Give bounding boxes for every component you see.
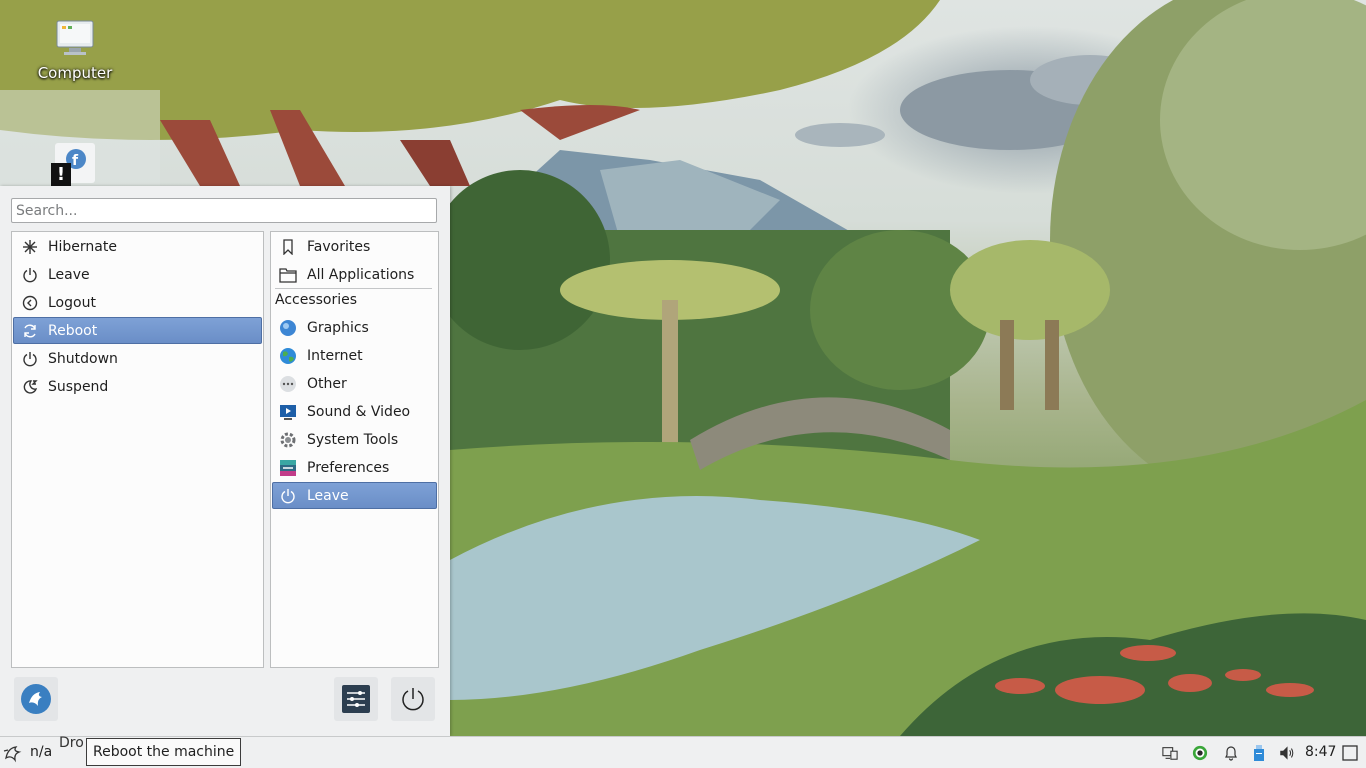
tooltip: Reboot the machine: [86, 738, 242, 766]
power-icon: [279, 487, 297, 505]
sliders-icon: [342, 685, 370, 713]
category-graphics[interactable]: Graphics: [272, 314, 437, 341]
desktop-icon-computer[interactable]: Computer: [30, 18, 120, 82]
desktop-icon-installer[interactable]: f !: [51, 143, 95, 186]
menu-item-label: Reboot: [48, 322, 98, 339]
speaker-icon: [1280, 746, 1294, 760]
menu-item-label: Logout: [48, 294, 96, 311]
power-icon: [21, 350, 39, 368]
warning-badge-icon: !: [51, 163, 71, 186]
category-list: Favorites All Applications Accessories G…: [270, 231, 439, 668]
application-menu: Hibernate Leave Logout: [0, 186, 450, 736]
category-internet[interactable]: Internet: [272, 342, 437, 369]
category-label: Preferences: [307, 459, 390, 476]
computer-icon: [56, 20, 94, 55]
snowflake-icon: [21, 238, 39, 256]
suspend-icon: [21, 378, 39, 396]
category-label: Leave: [307, 487, 349, 504]
desktop-icon-label: Computer: [37, 64, 113, 82]
category-leave[interactable]: Leave: [272, 482, 437, 509]
show-desktop-icon: [1342, 745, 1358, 761]
settings-button[interactable]: [334, 677, 378, 721]
lxqt-logo-icon: [3, 746, 22, 763]
logout-icon: [21, 294, 39, 312]
category-preferences[interactable]: Preferences: [272, 454, 437, 481]
category-label: System Tools: [307, 431, 399, 448]
globe-icon: [279, 347, 297, 365]
gear-icon: [279, 431, 297, 449]
network-tray-button[interactable]: [1162, 745, 1178, 761]
category-label: All Applications: [307, 266, 415, 283]
reboot-icon: [21, 322, 39, 340]
power-icon: [21, 266, 39, 284]
menu-item-label: Suspend: [48, 378, 109, 395]
menu-item-logout[interactable]: Logout: [13, 289, 262, 316]
notifications-tray-button[interactable]: [1223, 745, 1239, 761]
separator: [275, 288, 432, 289]
dots-icon: [279, 375, 297, 393]
bookmark-icon: [279, 238, 297, 256]
menu-item-suspend[interactable]: Suspend: [13, 373, 262, 400]
category-other[interactable]: Other: [272, 370, 437, 397]
bell-icon: [1225, 746, 1237, 761]
menu-item-shutdown[interactable]: Shutdown: [13, 345, 262, 372]
removable-media-tray-button[interactable]: [1251, 745, 1267, 761]
category-sound-video[interactable]: Sound & Video: [272, 398, 437, 425]
main-menu-button[interactable]: [2, 742, 24, 764]
search-input[interactable]: [11, 198, 437, 223]
power-button[interactable]: [391, 677, 435, 721]
category-label: Internet: [307, 347, 363, 364]
graphics-icon: [279, 319, 297, 337]
lxqt-logo-icon: [21, 684, 51, 714]
volume-tray-button[interactable]: [1279, 745, 1295, 761]
show-desktop-button[interactable]: [1342, 745, 1358, 761]
preferences-icon: [279, 459, 297, 477]
media-icon: [279, 403, 297, 421]
clock[interactable]: 8:47: [1305, 744, 1336, 760]
user-avatar-button[interactable]: [14, 677, 58, 721]
svg-text:f: f: [72, 153, 79, 169]
category-label: Other: [307, 375, 347, 392]
category-label: Graphics: [307, 319, 369, 336]
category-favorites[interactable]: Favorites: [272, 233, 437, 260]
category-label: Sound & Video: [307, 403, 411, 420]
menu-item-reboot[interactable]: Reboot: [13, 317, 262, 344]
task-button[interactable]: n/a: [30, 744, 52, 760]
menu-item-leave[interactable]: Leave: [13, 261, 262, 288]
menu-item-label: Shutdown: [48, 350, 118, 367]
menu-item-label: Leave: [48, 266, 90, 283]
status-ring-icon: [1192, 745, 1208, 761]
quicklaunch-hint: Dro: [59, 735, 84, 751]
category-system-tools[interactable]: System Tools: [272, 426, 437, 453]
category-all-applications[interactable]: All Applications: [272, 261, 437, 288]
category-label: Favorites: [307, 238, 371, 255]
menu-item-label: Hibernate: [48, 238, 117, 255]
status-tray-button[interactable]: [1192, 745, 1208, 761]
network-icon: [1162, 747, 1178, 760]
category-header: Accessories: [275, 292, 358, 308]
menu-item-hibernate[interactable]: Hibernate: [13, 233, 262, 260]
power-icon: [402, 688, 424, 711]
usb-drive-icon: [1254, 745, 1264, 761]
folder-icon: [279, 266, 297, 284]
leave-actions-list: Hibernate Leave Logout Reboot Shutdown S…: [11, 231, 264, 668]
